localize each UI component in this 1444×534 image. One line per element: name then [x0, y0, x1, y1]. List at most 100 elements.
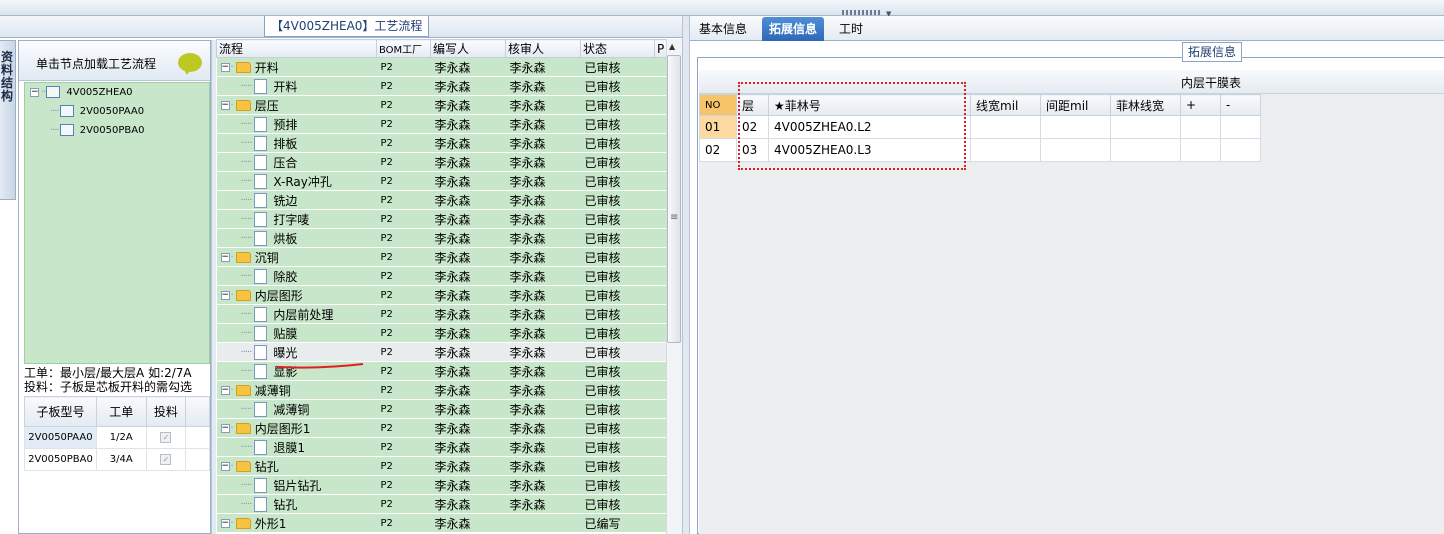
cell-writer[interactable]: 李永森: [430, 380, 506, 400]
cell-auditor[interactable]: 李永森: [505, 399, 581, 419]
cell-writer[interactable]: 李永森: [430, 437, 506, 457]
process-row[interactable]: ····· 钻孔 P2 李永森 李永森 已审核: [216, 494, 667, 514]
process-row[interactable]: ····· 退膜1 P2 李永森 李永森 已审核: [216, 437, 667, 457]
cell-writer[interactable]: 李永森: [430, 57, 506, 77]
splitter-grip[interactable]: [842, 10, 880, 15]
cell-process[interactable]: ····· 打字唛: [216, 209, 377, 229]
process-row[interactable]: − · 钻孔 P2 李永森 李永森 已审核: [216, 456, 667, 476]
cell-bom[interactable]: P2: [376, 228, 431, 248]
cell-writer[interactable]: 李永森: [430, 399, 506, 419]
cell-writer[interactable]: 李永森: [430, 95, 506, 115]
cell-p[interactable]: [654, 285, 667, 305]
cell-process[interactable]: ····· 铝片钻孔: [216, 475, 377, 495]
col-header-feed[interactable]: 投料: [145, 396, 187, 427]
process-row[interactable]: ····· 曝光 P2 李永森 李永森 已审核: [216, 342, 667, 362]
process-row[interactable]: − · 内层图形 P2 李永森 李永森 已审核: [216, 285, 667, 305]
cell-auditor[interactable]: 李永森: [505, 247, 581, 267]
cell-status[interactable]: 已审核: [580, 114, 655, 134]
cell-auditor[interactable]: 李永森: [505, 95, 581, 115]
cell-writer[interactable]: 李永森: [430, 475, 506, 495]
process-row[interactable]: − · 沉铜 P2 李永森 李永森 已审核: [216, 247, 667, 267]
cell-p[interactable]: [654, 513, 667, 533]
cell-writer[interactable]: 李永森: [430, 133, 506, 153]
cell-status[interactable]: 已审核: [580, 475, 655, 495]
cell-model[interactable]: 2V0050PBA0: [24, 448, 97, 471]
cell-writer[interactable]: 李永森: [430, 285, 506, 305]
process-row[interactable]: ····· 烘板 P2 李永森 李永森 已审核: [216, 228, 667, 248]
process-row[interactable]: ····· 压合 P2 李永森 李永森 已审核: [216, 152, 667, 172]
cell-bom[interactable]: P2: [376, 247, 431, 267]
cell-p[interactable]: [654, 304, 667, 324]
cell-status[interactable]: 已审核: [580, 76, 655, 96]
cell-writer[interactable]: 李永森: [430, 513, 506, 533]
collapse-icon[interactable]: −: [220, 423, 230, 433]
cell-bom[interactable]: P2: [376, 285, 431, 305]
cell-bom[interactable]: P2: [376, 171, 431, 191]
collapse-icon[interactable]: −: [220, 62, 230, 72]
cell-bom[interactable]: P2: [376, 304, 431, 324]
process-row[interactable]: ····· 排板 P2 李永森 李永森 已审核: [216, 133, 667, 153]
cell-add[interactable]: [1180, 115, 1221, 139]
cell-process[interactable]: ····· 排板: [216, 133, 377, 153]
process-row[interactable]: ····· X-Ray冲孔 P2 李永森 李永森 已审核: [216, 171, 667, 191]
cell-feed[interactable]: ✓: [145, 426, 187, 449]
col-header-p[interactable]: P: [654, 39, 667, 58]
cell-status[interactable]: 已审核: [580, 171, 655, 191]
cell-auditor[interactable]: 李永森: [505, 190, 581, 210]
tab-extended-info[interactable]: 拓展信息: [762, 17, 825, 41]
cell-status[interactable]: 已审核: [580, 323, 655, 343]
cell-writer[interactable]: 李永森: [430, 418, 506, 438]
process-row[interactable]: ····· 铣边 P2 李永森 李永森 已审核: [216, 190, 667, 210]
cell-p[interactable]: [654, 418, 667, 438]
collapse-icon[interactable]: −: [220, 252, 230, 262]
cell-auditor[interactable]: 李永森: [505, 152, 581, 172]
cell-film-width[interactable]: [1110, 115, 1181, 139]
feed-checkbox[interactable]: ✓: [160, 454, 172, 465]
col-header-process[interactable]: 流程: [216, 39, 377, 58]
collapse-icon[interactable]: −: [220, 385, 230, 395]
cell-writer[interactable]: 李永森: [430, 114, 506, 134]
process-row[interactable]: − · 开料 P2 李永森 李永森 已审核: [216, 57, 667, 77]
cell-bom[interactable]: P2: [376, 152, 431, 172]
cell-auditor[interactable]: 李永森: [505, 133, 581, 153]
cell-bom[interactable]: P2: [376, 114, 431, 134]
tab-basic-info[interactable]: 基本信息: [692, 17, 754, 41]
cell-bom[interactable]: P2: [376, 323, 431, 343]
cell-remove[interactable]: [1220, 115, 1261, 139]
cell-p[interactable]: [654, 228, 667, 248]
cell-writer[interactable]: 李永森: [430, 209, 506, 229]
cell-p[interactable]: [654, 57, 667, 77]
cell-auditor[interactable]: 李永森: [505, 76, 581, 96]
cell-process[interactable]: − · 沉铜: [216, 247, 377, 267]
process-row[interactable]: − · 层压 P2 李永森 李永森 已审核: [216, 95, 667, 115]
cell-writer[interactable]: 李永森: [430, 228, 506, 248]
cell-bom[interactable]: P2: [376, 513, 431, 533]
cell-auditor[interactable]: [505, 513, 581, 533]
cell-bom[interactable]: P2: [376, 494, 431, 514]
cell-process[interactable]: ····· 烘板: [216, 228, 377, 248]
table-row[interactable]: 2V0050PAA0 1/2A ✓: [24, 426, 210, 449]
cell-p[interactable]: [654, 266, 667, 286]
cell-order[interactable]: 1/2A: [95, 426, 147, 449]
tree-node-child[interactable]: ···· 2V0050PBA0: [50, 122, 144, 138]
cell-bom[interactable]: P2: [376, 57, 431, 77]
cell-no[interactable]: 01: [699, 115, 737, 139]
cell-auditor[interactable]: 李永森: [505, 475, 581, 495]
cell-add[interactable]: [1180, 138, 1221, 162]
col-header-writer[interactable]: 编写人: [430, 39, 506, 58]
col-header-bom[interactable]: BOM工厂: [376, 39, 431, 58]
cell-process[interactable]: ····· 内层前处理: [216, 304, 377, 324]
cell-process[interactable]: − · 减薄铜: [216, 380, 377, 400]
cell-writer[interactable]: 李永森: [430, 323, 506, 343]
cell-auditor[interactable]: 李永森: [505, 323, 581, 343]
cell-remove[interactable]: [1220, 138, 1261, 162]
process-row[interactable]: − · 减薄铜 P2 李永森 李永森 已审核: [216, 380, 667, 400]
cell-process[interactable]: ····· 减薄铜: [216, 399, 377, 419]
cell-status[interactable]: 已审核: [580, 437, 655, 457]
cell-p[interactable]: [654, 361, 667, 381]
process-row[interactable]: ····· 预排 P2 李永森 李永森 已审核: [216, 114, 667, 134]
cell-spacing[interactable]: [1040, 115, 1111, 139]
process-row[interactable]: ····· 内层前处理 P2 李永森 李永森 已审核: [216, 304, 667, 324]
col-header-auditor[interactable]: 核审人: [505, 39, 581, 58]
cell-status[interactable]: 已审核: [580, 133, 655, 153]
